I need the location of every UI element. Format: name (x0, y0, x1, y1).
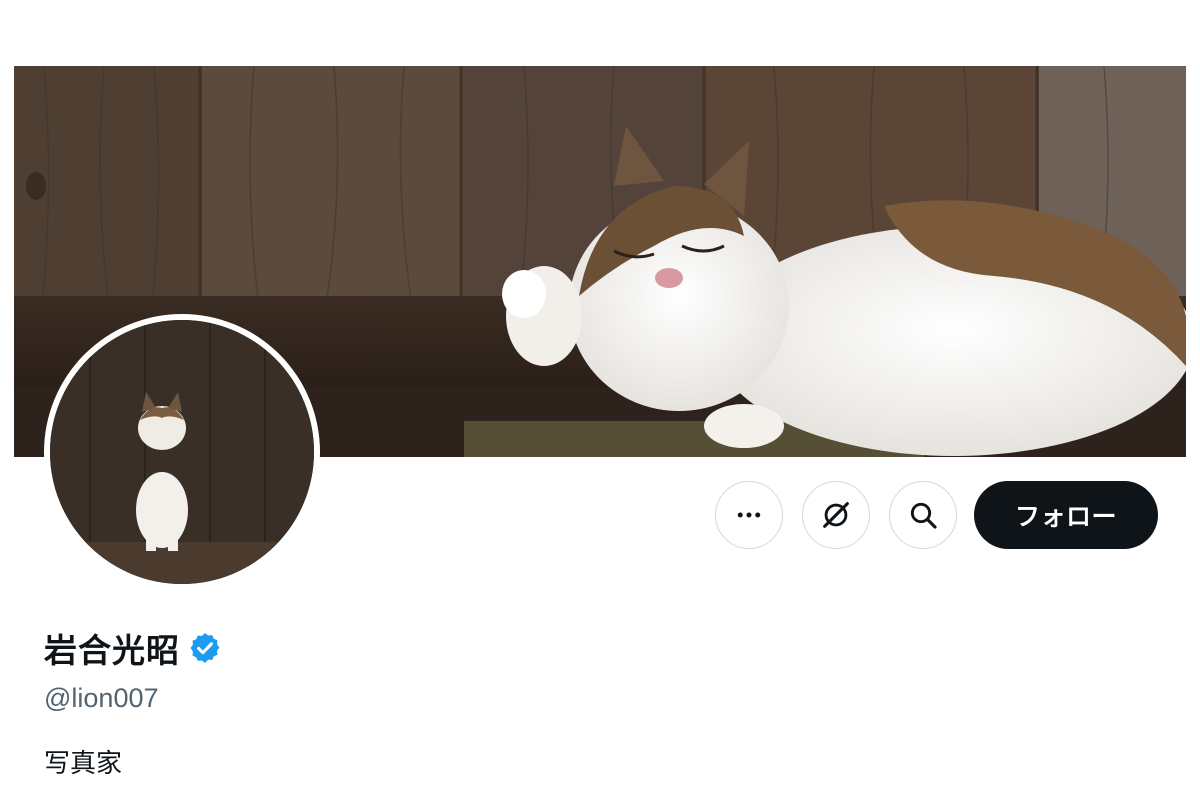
profile-name-row: 岩合光昭 (44, 624, 222, 672)
verified-badge-icon[interactable] (188, 631, 222, 665)
profile-avatar[interactable] (44, 314, 320, 590)
more-horizontal-icon (734, 500, 764, 530)
grok-slash-circle-icon (819, 498, 853, 532)
grok-button[interactable] (802, 481, 870, 549)
profile-bio: 写真家 (44, 749, 123, 779)
more-button[interactable] (715, 481, 783, 549)
profile-actions: フォロー (715, 481, 1158, 549)
display-name: 岩合光昭 (44, 631, 180, 670)
follow-button[interactable]: フォロー (974, 481, 1158, 549)
search-icon (907, 499, 939, 531)
profile-page: フォロー 岩合光昭 @lion007 写真家 (0, 0, 1200, 800)
profile-handle: @lion007 (44, 683, 159, 713)
search-profile-button[interactable] (889, 481, 957, 549)
